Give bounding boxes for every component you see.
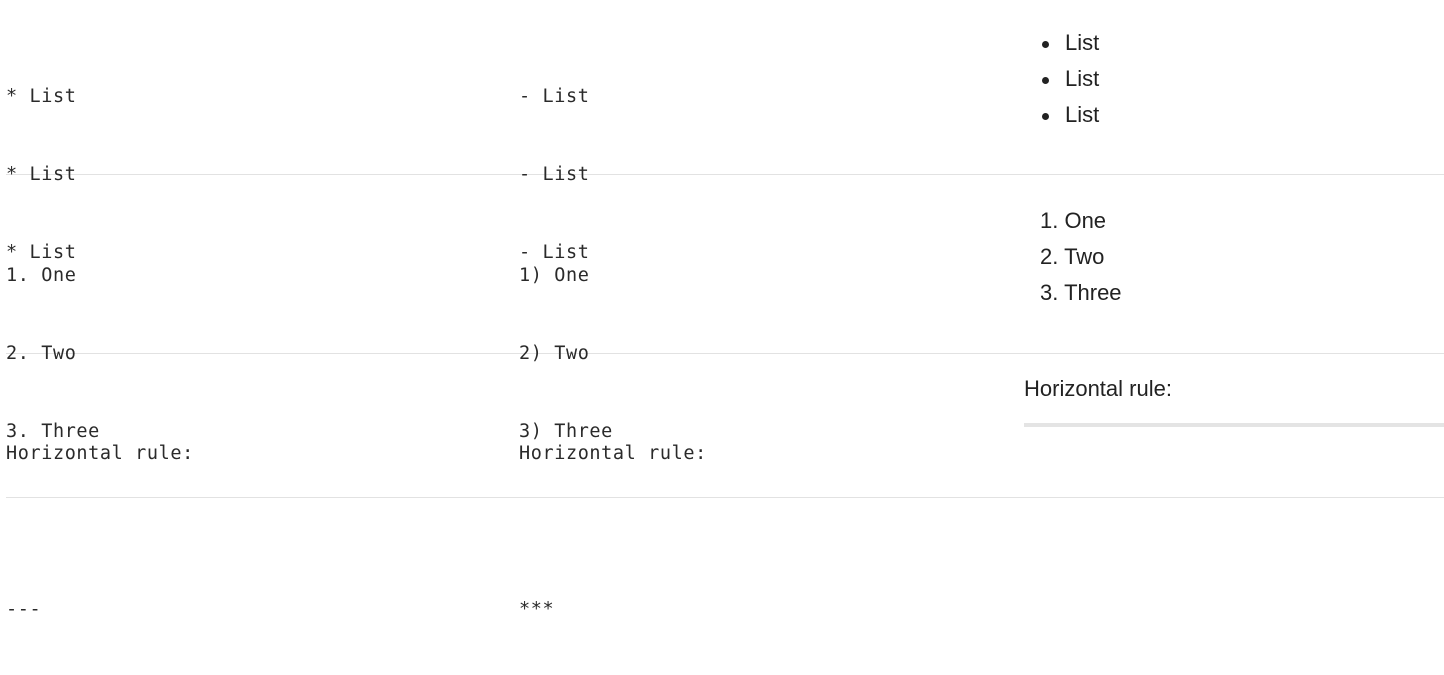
rendered-bullet-list: List List List bbox=[1024, 25, 1444, 133]
table-row-unordered-list: * List * List * List - List - List - Lis… bbox=[6, 0, 1444, 263]
list-item: List bbox=[1024, 97, 1444, 133]
bullet-icon bbox=[1042, 41, 1049, 48]
bullet-icon bbox=[1042, 77, 1049, 84]
list-item: 2. Two bbox=[1024, 239, 1444, 275]
markdown-comparison-table: * List * List * List - List - List - Lis… bbox=[6, 0, 1444, 620]
raw-asterisk-rule: Horizontal rule: ​ *** bbox=[519, 389, 1019, 675]
raw-line: ​ bbox=[519, 519, 1019, 545]
list-item-text: 3. Three bbox=[1040, 280, 1122, 305]
raw-line: Horizontal rule: bbox=[519, 443, 707, 464]
table-row-ordered-list: 1. One 2. Two 3. Three 1) One 2) Two 3) … bbox=[6, 175, 1444, 442]
list-item: List bbox=[1024, 61, 1444, 97]
raw-line: 1) One bbox=[519, 265, 590, 286]
list-item-text: List bbox=[1065, 30, 1100, 55]
raw-line: --- bbox=[6, 599, 42, 620]
horizontal-rule-line bbox=[1024, 423, 1444, 427]
raw-line: - List bbox=[519, 86, 590, 107]
list-item-text: List bbox=[1065, 102, 1100, 127]
bullet-icon bbox=[1042, 113, 1049, 120]
rendered-numbered-list: 1. One 2. Two 3. Three bbox=[1024, 203, 1444, 311]
list-item: 3. Three bbox=[1024, 275, 1444, 311]
list-item-text: 2. Two bbox=[1040, 244, 1105, 269]
list-item: List bbox=[1024, 25, 1444, 61]
raw-line: Horizontal rule: bbox=[6, 443, 194, 464]
raw-line: 1. One bbox=[6, 265, 77, 286]
list-item: 1. One bbox=[1024, 203, 1444, 239]
table-row-horizontal-rule: Horizontal rule: ​ --- Horizontal rule: … bbox=[6, 354, 1444, 620]
rendered-horizontal-rule: Horizontal rule: bbox=[1024, 374, 1444, 474]
raw-line: ​ bbox=[6, 519, 506, 545]
list-item-text: List bbox=[1065, 66, 1100, 91]
raw-line: *** bbox=[519, 599, 555, 620]
list-item-text: 1. One bbox=[1040, 208, 1107, 233]
raw-dash-rule: Horizontal rule: ​ --- bbox=[6, 389, 506, 675]
rendered-rule-label: Horizontal rule: bbox=[1024, 376, 1172, 401]
raw-line: * List bbox=[6, 86, 77, 107]
